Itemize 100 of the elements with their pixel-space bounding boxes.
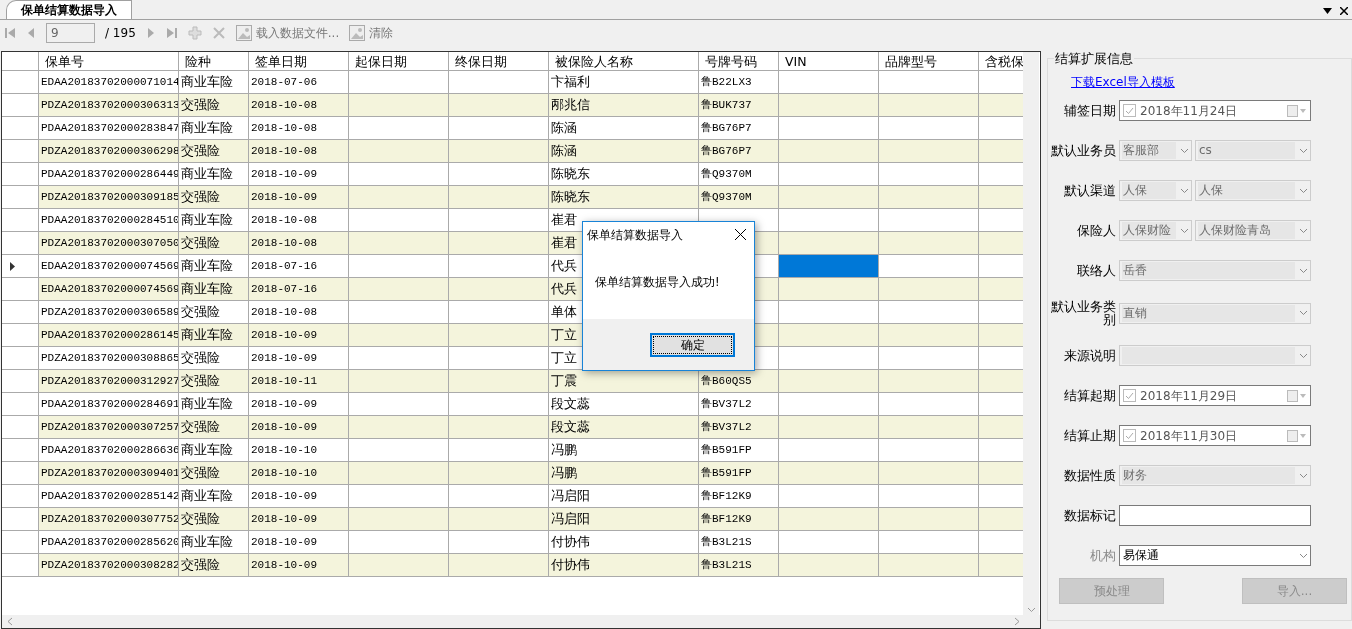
table-cell: 付协伟 (549, 554, 699, 576)
date-value: 2018年11月24日 (1140, 102, 1239, 120)
table-cell: 商业车险 (179, 485, 249, 507)
table-cell: 鲁Q9370M (699, 186, 779, 208)
table-cell: 鲁Q9370M (699, 163, 779, 185)
table-cell: 交强险 (179, 94, 249, 116)
checkbox[interactable] (1123, 389, 1136, 402)
table-cell: 陈晓东 (549, 163, 699, 185)
image-icon (349, 25, 366, 41)
download-link[interactable]: 下载Excel导入模板 (1071, 73, 1175, 91)
table-cell: PDZA20183702000307257 (39, 416, 179, 438)
table-cell: 2018-10-09 (249, 508, 349, 530)
page-total: / 195 (105, 25, 136, 42)
toolbar-button[interactable]: 清除 (349, 24, 394, 42)
column-header[interactable]: 签单日期 (249, 52, 349, 70)
field-label: 来源说明 (1063, 349, 1116, 362)
scroll-right-icon[interactable] (1014, 617, 1020, 626)
calendar-icon (1287, 429, 1307, 442)
ok-button[interactable]: 确定 (650, 332, 735, 357)
table-cell: 2018-07-16 (249, 255, 349, 277)
column-header[interactable]: 号牌号码 (699, 52, 779, 70)
current-row-icon (10, 261, 15, 271)
date-picker[interactable]: 2018年11月24日 (1119, 100, 1311, 121)
check-icon (1125, 391, 1134, 400)
column-header[interactable]: 品牌型号 (879, 52, 979, 70)
dropdown-arrow-icon[interactable] (1323, 8, 1332, 14)
table-cell: 鲁BG76P7 (699, 117, 779, 139)
chevron-down-icon (1299, 147, 1308, 154)
table-cell: 鲁B3L21S (699, 554, 779, 576)
table-cell: 商业车险 (179, 393, 249, 415)
field-label: 默认业务类别 (1050, 300, 1116, 326)
check-icon (1125, 106, 1134, 115)
table-cell: 2018-10-09 (249, 186, 349, 208)
table-cell: 2018-10-09 (249, 324, 349, 346)
date-picker[interactable]: 2018年11月29日 (1119, 385, 1311, 406)
table-row[interactable]: PDZA20183702000307752 交强险 2018-10-09 冯启阳 鲁BF12K9 (2, 508, 1023, 531)
table-cell: 鲁B591FP (699, 439, 779, 461)
column-header[interactable]: 被保险人名称 (549, 52, 699, 70)
table-cell: 交强险 (179, 301, 249, 323)
checkbox[interactable] (1123, 429, 1136, 442)
table-cell: 冯启阳 (549, 485, 699, 507)
table-cell: 鲁B22LX3 (699, 71, 779, 93)
column-header[interactable]: 险种 (179, 52, 249, 70)
table-cell: 陈涵 (549, 117, 699, 139)
plus-icon[interactable] (187, 26, 202, 40)
close-icon[interactable] (1340, 7, 1348, 15)
date-picker[interactable]: 2018年11月30日 (1119, 425, 1311, 446)
table-cell: 商业车险 (179, 163, 249, 185)
table-row[interactable]: PDAA20183702000285142 商业车险 2018-10-09 冯启阳 鲁BF12K9 (2, 485, 1023, 508)
table-cell: EDAA20183702000074569 (39, 255, 179, 277)
group-title: 结算扩展信息 (1054, 51, 1134, 66)
table-cell: 卞福利 (549, 71, 699, 93)
table-cell: PDZA20183702000308282 (39, 554, 179, 576)
page-field[interactable]: 9 (46, 23, 95, 43)
table-cell: 交强险 (179, 508, 249, 530)
table-cell: 交强险 (179, 140, 249, 162)
table-row[interactable]: PDZA20183702000312927 交强险 2018-10-11 丁震 鲁B60QS5 (2, 370, 1023, 393)
next-icon[interactable] (145, 27, 156, 39)
table-cell: 2018-10-10 (249, 439, 349, 461)
column-header[interactable]: 起保日期 (349, 52, 449, 70)
scroll-down-icon[interactable] (1026, 607, 1036, 613)
input-field[interactable] (1119, 505, 1311, 526)
table-cell: 段文蕊 (549, 416, 699, 438)
column-header[interactable]: 保单号 (39, 52, 179, 70)
table-cell: 2018-10-08 (249, 209, 349, 231)
first-page-icon[interactable] (4, 27, 16, 39)
toolbar-button[interactable]: 载入数据文件... (235, 24, 340, 42)
table-cell: 鲁BF12K9 (699, 485, 779, 507)
table-cell: 鲁BG76P7 (699, 140, 779, 162)
close-icon[interactable] (735, 229, 746, 240)
field-label: 结算止期 (1063, 429, 1116, 442)
table-row[interactable]: PDAA20183702000283847 商业车险 2018-10-08 陈涵 鲁BG76P7 (2, 117, 1023, 140)
previous-icon[interactable] (26, 27, 36, 39)
table-cell: 付协伟 (549, 531, 699, 553)
table-cell: 商业车险 (179, 439, 249, 461)
table-cell: 2018-10-09 (249, 485, 349, 507)
table-cell: 商业车险 (179, 209, 249, 231)
table-cell: PDAA20183702000285142 (39, 485, 179, 507)
table-cell: 2018-10-08 (249, 94, 349, 116)
scroll-left-icon[interactable] (7, 617, 13, 626)
column-header[interactable]: 终保日期 (449, 52, 549, 70)
last-page-icon[interactable] (165, 27, 178, 39)
image-icon (235, 25, 252, 41)
document-tab[interactable]: 保单结算数据导入 (6, 0, 132, 19)
table-row[interactable]: PDAA20183702000286449 商业车险 2018-10-09 陈晓东 鲁Q9370M (2, 163, 1023, 186)
table-cell: 冯鹏 (549, 462, 699, 484)
table-cell: 2018-10-09 (249, 554, 349, 576)
field-label: 机构 (1089, 549, 1116, 562)
table-cell: 鲁BF12K9 (699, 508, 779, 530)
chevron-down-icon (1299, 227, 1308, 234)
field-label: 数据性质 (1063, 469, 1116, 482)
checkbox[interactable] (1123, 104, 1136, 117)
table-cell: 交强险 (179, 554, 249, 576)
chevron-down-icon (1180, 227, 1189, 234)
column-header[interactable]: VIN (779, 52, 879, 70)
chevron-down-icon (1299, 352, 1308, 359)
table-row[interactable]: PDZA20183702000307257 交强险 2018-10-09 段文蕊 鲁BV37L2 (2, 416, 1023, 439)
dropdown[interactable]: 易保通 (1119, 545, 1311, 566)
table-row[interactable]: PDZA20183702000308282 交强险 2018-10-09 付协伟 鲁B3L21S (2, 554, 1023, 577)
table-cell: PDZA20183702000312927 (39, 370, 179, 392)
